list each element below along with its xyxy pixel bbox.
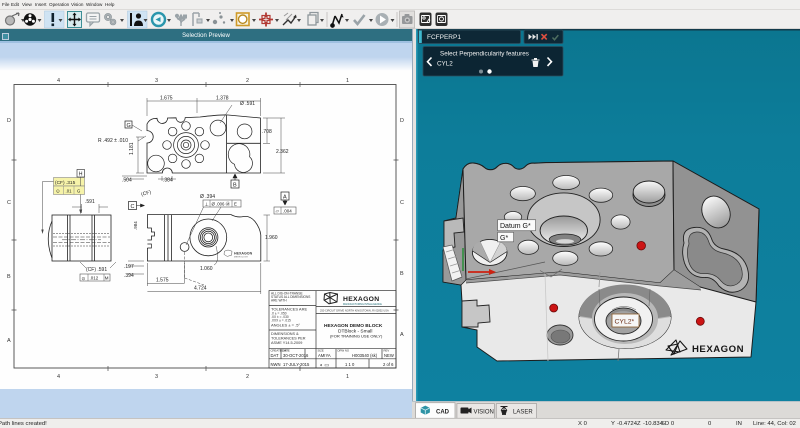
svg-text:1.960: 1.960 [265, 235, 278, 241]
svg-text:DAT: DAT [271, 353, 280, 358]
svg-text:H: H [79, 172, 83, 178]
svg-text:4: 4 [57, 374, 60, 380]
svg-text:(CF) .315: (CF) .315 [55, 180, 76, 186]
svg-text:D: D [7, 118, 11, 124]
svg-text:30-OCT-2016: 30-OCT-2016 [283, 353, 309, 358]
svg-text:HEXAGON DEMO BLOCK: HEXAGON DEMO BLOCK [324, 323, 383, 329]
svg-text:C: C [7, 200, 11, 206]
svg-text:METROLOGY: METROLOGY [234, 257, 249, 259]
svg-text:REV: REV [384, 349, 390, 353]
svg-text:Datum G*: Datum G* [500, 223, 531, 230]
svg-text:FCFPERP1: FCFPERP1 [427, 34, 461, 41]
svg-text:.984: .984 [133, 221, 138, 230]
svg-text:B: B [400, 271, 404, 277]
svg-text:⊥: ⊥ [205, 202, 209, 208]
svg-text:VISION: VISION [474, 410, 494, 416]
svg-text:G: G [127, 123, 131, 129]
svg-text:Select Perpendicularity featur: Select Perpendicularity features [440, 51, 529, 58]
svg-text:CYL2*: CYL2* [615, 319, 635, 326]
svg-text:1.675: 1.675 [160, 96, 173, 102]
svg-text:B: B [7, 274, 11, 280]
svg-text:C: C [400, 200, 404, 206]
svg-text:M: M [105, 276, 109, 281]
svg-text:SIZE: SIZE [318, 349, 324, 353]
svg-text:HEXAGON: HEXAGON [343, 296, 379, 303]
svg-text:HEXAGON: HEXAGON [692, 344, 744, 355]
svg-text:1: 1 [346, 374, 349, 380]
svg-text:(FOR TRAINING USE ONLY): (FOR TRAINING USE ONLY) [330, 334, 383, 339]
svg-text:⊙: ⊙ [56, 189, 60, 194]
svg-text:1.575: 1.575 [156, 278, 169, 284]
svg-text:ARE WITH: ARE WITH [271, 299, 287, 303]
svg-text:.708: .708 [262, 129, 272, 135]
svg-text:4: 4 [57, 78, 60, 84]
svg-text:LASER: LASER [513, 410, 533, 416]
svg-text:2: 2 [246, 374, 249, 380]
svg-text:CAD: CAD [436, 410, 450, 416]
svg-text:2.362: 2.362 [276, 149, 289, 155]
svg-text:.004: .004 [283, 209, 292, 214]
svg-text:4.724: 4.724 [194, 286, 207, 292]
svg-text:ANGLES ± = .5°: ANGLES ± = .5° [271, 323, 300, 328]
svg-text:17-JULY-2015: 17-JULY-2015 [283, 362, 310, 367]
svg-text:1.181: 1.181 [129, 142, 135, 155]
svg-text:.197: .197 [124, 264, 134, 270]
svg-text:3: 3 [155, 374, 158, 380]
svg-text:D: D [400, 118, 404, 124]
svg-text:▱: ▱ [276, 209, 280, 214]
svg-text:DRW NO: DRW NO [338, 349, 350, 353]
svg-text:3: 3 [155, 78, 158, 84]
svg-text:.394: .394 [124, 273, 134, 279]
svg-text:.504: .504 [122, 178, 132, 184]
svg-text:AMIYA: AMIYA [318, 353, 331, 358]
svg-text:⊙: ⊙ [82, 276, 86, 281]
svg-text:NWN: NWN [271, 362, 281, 367]
svg-text:H003540 (sk): H003540 (sk) [352, 353, 378, 358]
svg-text:1.378: 1.378 [216, 96, 229, 102]
svg-text:HEXAGON: HEXAGON [234, 252, 253, 256]
svg-text:1: 1 [346, 78, 349, 84]
svg-text:TOLERANCES PER: TOLERANCES PER [271, 337, 306, 341]
svg-text:DATE: DATE [283, 349, 290, 353]
svg-text:A: A [400, 332, 404, 338]
svg-text:(CF): (CF) [141, 189, 153, 197]
svg-text:.384: .384 [163, 178, 173, 184]
svg-text:NEW: NEW [384, 353, 394, 358]
svg-text:Ø .006 Ⓜ: Ø .006 Ⓜ [212, 201, 231, 208]
svg-text:2 of 6: 2 of 6 [383, 362, 394, 367]
svg-text:.01: .01 [66, 189, 73, 194]
svg-text:2: 2 [246, 78, 249, 84]
svg-text:1 1 0: 1 1 0 [345, 362, 355, 367]
svg-text:MANUFACTURING INTELLIGENCE: MANUFACTURING INTELLIGENCE [343, 303, 382, 306]
svg-text:Ø .394: Ø .394 [200, 194, 215, 200]
svg-text:A: A [7, 338, 11, 344]
svg-text:B: B [233, 183, 237, 189]
svg-text:E: E [234, 202, 237, 207]
svg-text:CYL2: CYL2 [437, 61, 453, 68]
svg-text:G*: G* [500, 235, 508, 242]
svg-text:DIMENSIONS &: DIMENSIONS & [271, 332, 299, 336]
svg-text:C: C [131, 204, 135, 210]
svg-text:Ø .591: Ø .591 [240, 101, 255, 107]
svg-text:1.060: 1.060 [200, 266, 213, 272]
svg-text:.012: .012 [90, 276, 99, 281]
svg-text:R .492 ± .010: R .492 ± .010 [98, 138, 128, 144]
svg-text:250 CIRCUIT DRIVE NORTH KINGST: 250 CIRCUIT DRIVE NORTH KINGSTOWN, RI 02… [320, 309, 389, 313]
svg-text:.591: .591 [85, 199, 95, 205]
svg-text:A: A [283, 195, 287, 201]
svg-text:◐ ▭: ◐ ▭ [320, 363, 329, 369]
svg-text:(CF) .591: (CF) .591 [86, 267, 107, 273]
svg-text:ASME Y14.5-2009: ASME Y14.5-2009 [271, 341, 302, 345]
